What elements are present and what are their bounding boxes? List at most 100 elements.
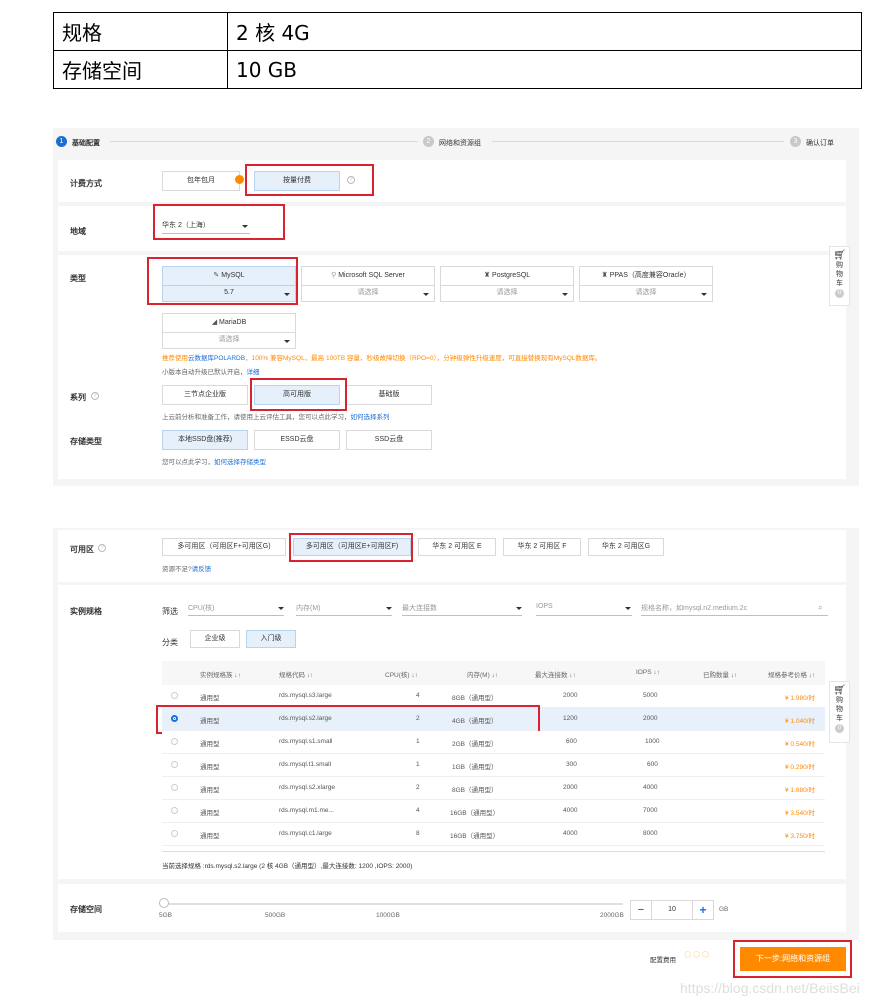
billing-subscription-option[interactable]: 包年包月: [162, 171, 240, 191]
cell-price: ¥ 1.040/时: [785, 718, 815, 725]
series-three-node-option[interactable]: 三节点企业版: [162, 385, 248, 405]
connections-filter-select[interactable]: 最大连接数: [402, 603, 522, 616]
filter-label: 筛选: [162, 607, 178, 616]
highlight-box: [289, 533, 413, 562]
storage-type-guide-link[interactable]: 如何选择存储类型: [214, 459, 266, 466]
polardb-link[interactable]: 云数据库POLARDB: [188, 355, 245, 362]
cart-icon: 🛒︎: [833, 250, 846, 261]
engine-version-select[interactable]: 请选择: [579, 286, 713, 302]
table-scroll-edge: [162, 846, 825, 852]
storage-label: 存储空间: [70, 905, 102, 914]
minor-version-detail-link[interactable]: 详细: [247, 369, 260, 376]
row-radio[interactable]: [171, 692, 178, 699]
category-entry-tab[interactable]: 入门级: [246, 630, 296, 648]
storage-decrement-button[interactable]: −: [630, 900, 652, 920]
cell-cpu: 4: [416, 807, 420, 814]
chevron-down-icon: [386, 607, 392, 610]
engine-mariadb-option[interactable]: ◢ MariaDB: [162, 313, 296, 333]
column-header[interactable]: 规格代码 ↓↑: [279, 669, 313, 679]
cell-price: ¥ 3.750/时: [785, 833, 815, 840]
cell-iops: 4000: [643, 784, 658, 791]
zone-label: 可用区: [70, 545, 94, 554]
engine-ppas-option[interactable]: ♜ PPAS（高度兼容Oracle）: [579, 266, 713, 286]
cart-count: 0: [835, 289, 844, 298]
cell-cpu: 8: [416, 830, 420, 837]
row-radio[interactable]: [171, 761, 178, 768]
current-spec-summary: 当前选择规格 :rds.mysql.s2.large (2 核 4GB（通用型）…: [162, 863, 413, 870]
column-header[interactable]: 内存(M) ↓↑: [467, 669, 498, 679]
step-line: [492, 141, 784, 142]
shopping-cart-button[interactable]: 🛒︎ 购物车 0: [829, 681, 850, 743]
engine-postgresql-option[interactable]: ♜ PostgreSQL: [440, 266, 574, 286]
engine-label: 类型: [70, 274, 86, 283]
row-radio[interactable]: [171, 738, 178, 745]
cell-connections: 600: [566, 738, 577, 745]
help-icon[interactable]: ?: [91, 392, 99, 400]
row-radio[interactable]: [171, 784, 178, 791]
column-header[interactable]: 实例规格族 ↓↑: [200, 669, 241, 679]
row-radio[interactable]: [171, 807, 178, 814]
storage-increment-button[interactable]: +: [692, 900, 714, 920]
ppas-icon: ♜: [601, 272, 610, 279]
cart-label: 购物车: [836, 697, 843, 722]
cell-cpu: 2: [416, 784, 420, 791]
storage-value-input[interactable]: 10: [652, 900, 692, 920]
column-header[interactable]: 规格参考价格 ↓↑: [768, 669, 815, 679]
zone-option[interactable]: 华东 2 可用区 F: [503, 538, 581, 556]
memory-filter-select[interactable]: 内存(M): [296, 603, 392, 616]
engine-name: Microsoft SQL Server: [338, 272, 405, 279]
highlight-box: [153, 204, 285, 240]
spec-table: 规格 2 核 4G 存储空间 10 GB: [53, 12, 862, 89]
slider-tick: 5GB: [159, 912, 173, 919]
column-header[interactable]: 最大连接数 ↓↑: [535, 669, 576, 679]
iops-filter-select[interactable]: IOPS: [536, 603, 632, 616]
shopping-cart-button[interactable]: 🛒︎ 购物车 0: [829, 246, 850, 306]
zone-hint: 资源不足?请反馈: [162, 563, 211, 573]
cell-cpu: 1: [416, 761, 420, 768]
cell-family: 通用型: [200, 810, 220, 817]
cell-memory: 16GB（通用型）: [450, 810, 500, 817]
cell-price: ¥ 0.290/时: [785, 764, 815, 771]
billing-label: 计费方式: [70, 179, 102, 188]
cell-code: rds.mysql.s2.xlarge: [279, 784, 335, 791]
engine-version-select[interactable]: 请选择: [162, 333, 296, 349]
cell-code: rds.mysql.c1.large: [279, 830, 332, 837]
zone-option[interactable]: 华东 2 可用区G: [588, 538, 664, 556]
search-icon[interactable]: ⌕: [818, 603, 822, 613]
storage-ssd-option[interactable]: SSD云盘: [346, 430, 432, 450]
highlight-box: [733, 940, 852, 978]
cell-iops: 1000: [645, 738, 660, 745]
column-header[interactable]: CPU(核) ↓↑: [385, 669, 418, 679]
category-enterprise-tab[interactable]: 企业级: [190, 630, 240, 648]
series-guide-link[interactable]: 如何选择系列: [351, 414, 390, 421]
feedback-link[interactable]: 请反馈: [192, 566, 212, 573]
region-label: 地域: [70, 227, 86, 236]
engine-version-select[interactable]: 请选择: [440, 286, 574, 302]
cpu-filter-select[interactable]: CPU(核): [188, 603, 284, 616]
storage-local-ssd-option[interactable]: 本地SSD盘(推荐): [162, 430, 248, 450]
column-header[interactable]: 已购数量 ↓↑: [703, 669, 737, 679]
engine-version-select[interactable]: 请选择: [301, 286, 435, 302]
notice-text: 推荐使用: [162, 355, 188, 362]
spec-search-input[interactable]: 规格名称，如mysql.n2.medium.2c: [641, 603, 828, 616]
zone-option[interactable]: 华东 2 可用区 E: [418, 538, 496, 556]
column-header[interactable]: IOPS ↓↑: [636, 669, 660, 676]
cell-memory: 8GB（通用型）: [452, 787, 498, 794]
help-icon[interactable]: ?: [98, 544, 106, 552]
storage-essd-option[interactable]: ESSD云盘: [254, 430, 340, 450]
cell-family: 通用型: [200, 833, 220, 840]
storage-slider-track[interactable]: [163, 903, 623, 905]
spec-value: 2 核 4G: [227, 12, 862, 51]
notice-text: ，100% 兼容MySQL，最高 100TB 容量，秒级故障切换（RPO=0），…: [245, 355, 602, 362]
instance-label: 实例规格: [70, 607, 102, 616]
cell-family: 通用型: [200, 787, 220, 794]
engine-sqlserver-option[interactable]: ⚲ Microsoft SQL Server: [301, 266, 435, 286]
slider-tick: 2000GB: [600, 912, 624, 919]
storage-slider-handle[interactable]: [159, 898, 169, 908]
series-basic-option[interactable]: 基础版: [346, 385, 432, 405]
row-radio[interactable]: [171, 830, 178, 837]
step-2-label: 网络和资源组: [439, 140, 481, 147]
cell-memory: 8GB（通用型）: [452, 695, 498, 702]
zone-option[interactable]: 多可用区（可用区F+可用区G): [162, 538, 286, 556]
cell-memory: 16GB（通用型）: [450, 833, 500, 840]
